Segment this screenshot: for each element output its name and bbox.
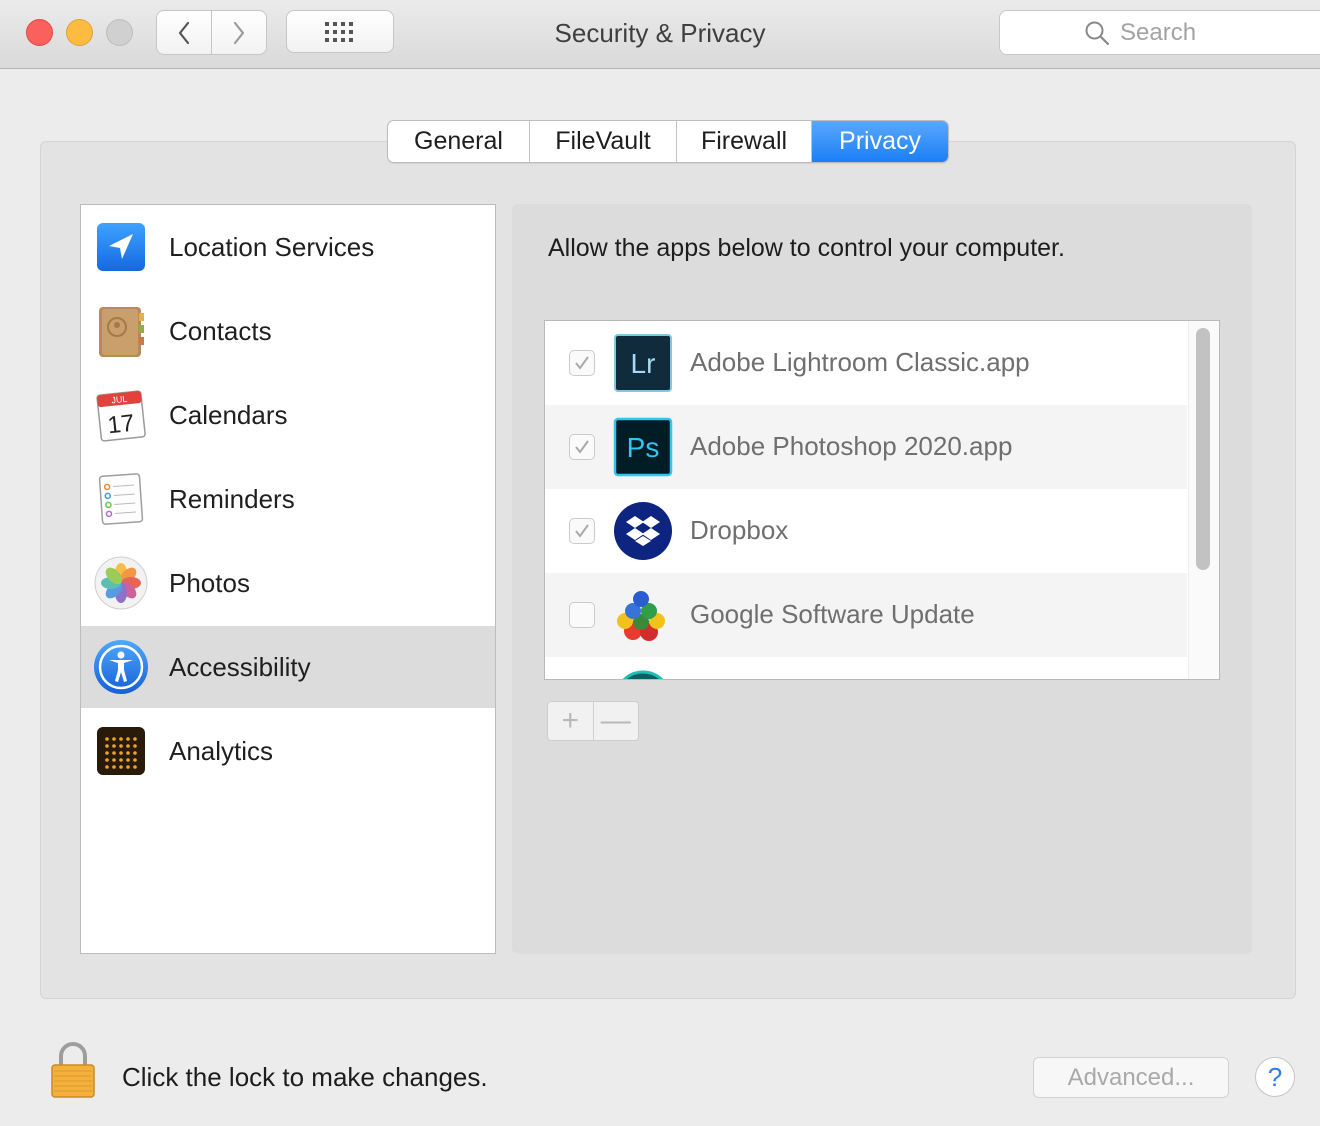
title-bar: Security & Privacy Search [0,0,1320,69]
zoom-window-button[interactable] [106,19,133,46]
sidebar-item-label: Calendars [169,399,288,430]
search-placeholder: Search [1120,18,1197,46]
analytics-grid-icon [97,727,145,775]
sidebar-item-label: Photos [169,567,250,598]
instruction-text: Allow the apps below to control your com… [548,234,1065,262]
chevron-right-icon [233,21,245,44]
remove-app-button[interactable]: — [592,702,639,740]
calendar-icon: JUL 17 [96,390,146,442]
add-remove-control: + — [547,701,639,741]
photoshop-icon-text: Ps [627,432,660,463]
list-item[interactable]: Lr Adobe Lightroom Classic.app [545,321,1187,405]
contacts-book-icon [99,307,144,357]
tab-bar: General FileVault Firewall Privacy [387,120,949,163]
help-button[interactable]: ? [1255,1057,1295,1097]
checkmark-icon [575,356,589,370]
tab-filevault[interactable]: FileVault [529,121,676,162]
minimize-window-button[interactable] [66,19,93,46]
app-name: Dropbox [690,515,789,545]
back-forward-group [156,10,267,55]
show-all-button[interactable] [286,10,394,53]
sidebar-item-label: Location Services [169,231,375,262]
tab-firewall[interactable]: Firewall [676,121,811,162]
app-name: Google Software Update [690,599,975,629]
checkmark-icon [575,440,589,454]
privacy-category-list: Location Services Contacts JUL 17 Calend… [80,204,496,954]
tab-general[interactable]: General [388,121,529,162]
app-checkbox[interactable] [569,518,595,544]
app-list: Lr Adobe Lightroom Classic.app Ps Adobe … [544,320,1220,680]
sidebar-item-location-services[interactable]: Location Services [81,206,495,288]
chevron-left-icon [178,21,190,44]
lightroom-icon: Lr [614,334,672,392]
tab-privacy[interactable]: Privacy [811,121,948,162]
close-window-button[interactable] [26,19,53,46]
app-name: Adobe Lightroom Classic.app [690,347,1030,377]
sidebar-item-calendars[interactable]: JUL 17 Calendars [81,374,495,456]
accessibility-figure-icon [94,640,148,694]
sidebar-item-label: Accessibility [169,651,311,682]
location-arrow-icon [97,223,145,271]
reminders-list-icon [98,473,144,525]
partial-app-icon [622,670,664,679]
scrollbar-thumb[interactable] [1196,328,1210,570]
calendar-day: 17 [106,410,135,440]
back-button[interactable] [157,11,211,54]
search-field[interactable]: Search [999,10,1320,55]
sidebar-item-accessibility[interactable]: Accessibility [81,626,495,708]
checkmark-icon [575,524,589,538]
sidebar-item-contacts[interactable]: Contacts [81,290,495,372]
app-checkbox[interactable] [569,602,595,628]
sidebar-item-label: Analytics [169,735,274,766]
photoshop-icon: Ps [613,417,673,477]
lightroom-icon-text: Lr [631,348,656,379]
search-icon [1085,21,1110,45]
list-item[interactable]: Google Software Update [545,573,1187,657]
sidebar-item-label: Reminders [169,483,295,514]
list-item[interactable] [545,657,1187,679]
add-app-button[interactable]: + [548,702,593,740]
app-checkbox[interactable] [569,434,595,460]
app-checkbox[interactable] [569,350,595,376]
sidebar-item-analytics[interactable]: Analytics [81,710,495,792]
grid-dots-icon [325,21,353,42]
forward-button[interactable] [211,11,266,54]
lock-icon[interactable] [49,1040,97,1100]
list-item[interactable]: Ps Adobe Photoshop 2020.app [545,405,1187,489]
list-item[interactable]: Dropbox [545,489,1187,573]
app-name: Adobe Photoshop 2020.app [690,431,1013,461]
lock-status-text: Click the lock to make changes. [122,1062,488,1092]
sidebar-item-reminders[interactable]: Reminders [81,458,495,540]
sidebar-item-label: Contacts [169,315,272,346]
google-software-update-icon [617,591,665,641]
photos-flower-icon [94,556,148,610]
dropbox-icon [614,502,672,560]
sidebar-item-photos[interactable]: Photos [81,542,495,624]
advanced-button[interactable]: Advanced... [1033,1057,1229,1098]
calendar-month: JUL [111,394,128,406]
